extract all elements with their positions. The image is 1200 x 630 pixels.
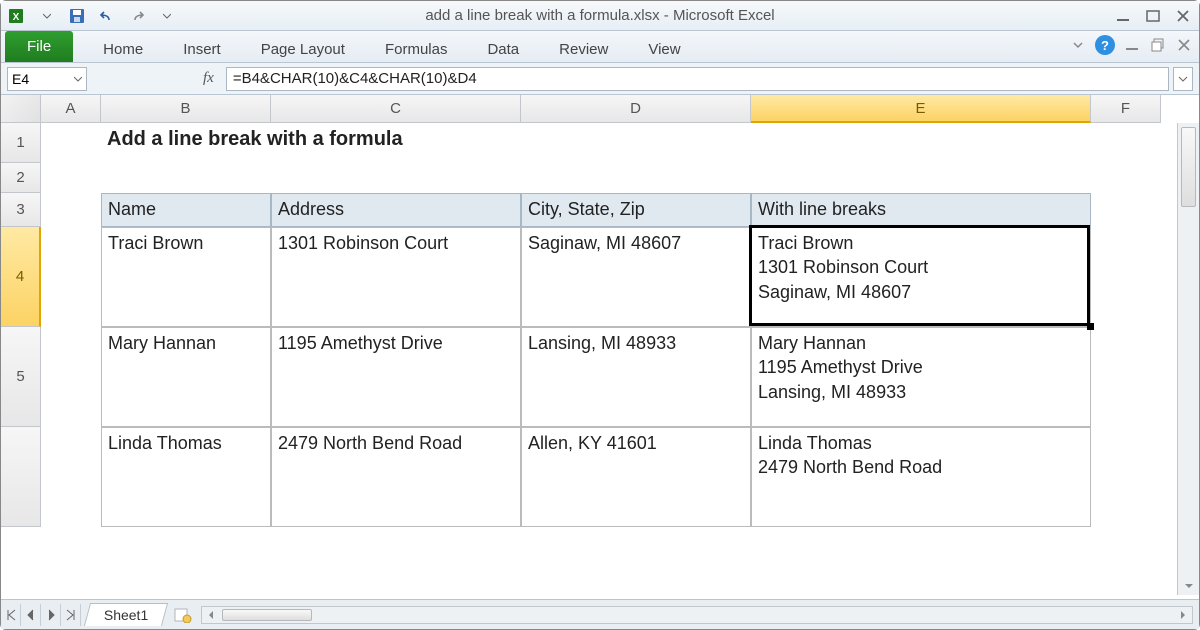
undo-icon[interactable]	[95, 5, 119, 27]
tab-insert[interactable]: Insert	[163, 37, 241, 62]
cell-header-D3[interactable]: City, State, Zip	[521, 193, 751, 227]
cell-header-C3[interactable]: Address	[271, 193, 521, 227]
column-header-C[interactable]: C	[271, 95, 521, 123]
horizontal-scrollbar[interactable]	[201, 606, 1193, 624]
selection-fill-handle[interactable]	[1087, 323, 1094, 330]
tab-formulas[interactable]: Formulas	[365, 37, 468, 62]
formula-bar-expand-icon[interactable]	[1173, 67, 1193, 91]
worksheet-grid[interactable]: ABCDEF 12345 Add a line break with a for…	[1, 95, 1199, 595]
cell-D4[interactable]: Saginaw, MI 48607	[521, 227, 751, 327]
cell-E5[interactable]: Mary Hannan 1195 Amethyst Drive Lansing,…	[751, 327, 1091, 427]
sheet-tab-label: Sheet1	[104, 607, 148, 623]
column-header-A[interactable]: A	[41, 95, 101, 123]
cell-D5[interactable]: Lansing, MI 48933	[521, 327, 751, 427]
sheet-tab-active[interactable]: Sheet1	[84, 603, 169, 626]
h-scroll-left-icon[interactable]	[202, 607, 220, 623]
new-sheet-icon[interactable]	[171, 605, 195, 625]
tab-data[interactable]: Data	[467, 37, 539, 62]
tab-review[interactable]: Review	[539, 37, 628, 62]
select-all-corner[interactable]	[1, 95, 41, 123]
minimize-icon[interactable]	[1113, 6, 1133, 26]
save-icon[interactable]	[65, 5, 89, 27]
row-header-3[interactable]: 3	[1, 193, 41, 227]
h-scroll-thumb[interactable]	[222, 609, 312, 621]
column-headers: ABCDEF	[41, 95, 1161, 123]
workbook-minimize-icon[interactable]	[1123, 36, 1141, 54]
cell-B4[interactable]: Traci Brown	[101, 227, 271, 327]
file-tab[interactable]: File	[5, 31, 73, 62]
sheet-nav-last-icon[interactable]	[61, 604, 81, 626]
sheet-bar: Sheet1	[1, 599, 1199, 629]
cell-E4[interactable]: Traci Brown 1301 Robinson Court Saginaw,…	[751, 227, 1091, 327]
cell-title[interactable]: Add a line break with a formula	[101, 123, 1091, 163]
v-scroll-thumb[interactable]	[1181, 127, 1196, 207]
cells-area[interactable]: Add a line break with a formula NameAddre…	[41, 123, 1175, 595]
excel-icon[interactable]: X	[5, 5, 29, 27]
redo-icon[interactable]	[125, 5, 149, 27]
row-headers: 12345	[1, 123, 41, 527]
sheet-nav-prev-icon[interactable]	[21, 604, 41, 626]
cell-D6[interactable]: Allen, KY 41601	[521, 427, 751, 527]
v-scroll-down-icon[interactable]	[1178, 577, 1199, 595]
cell-B5[interactable]: Mary Hannan	[101, 327, 271, 427]
tab-view[interactable]: View	[628, 37, 700, 62]
fx-label[interactable]: fx	[195, 70, 222, 87]
formula-input[interactable]: =B4&CHAR(10)&C4&CHAR(10)&D4	[226, 67, 1169, 91]
column-header-E[interactable]: E	[751, 95, 1091, 123]
column-header-D[interactable]: D	[521, 95, 751, 123]
ribbon-minimize-icon[interactable]	[1069, 36, 1087, 54]
row-header-5[interactable]: 5	[1, 327, 41, 427]
column-header-F[interactable]: F	[1091, 95, 1161, 123]
workbook-close-icon[interactable]	[1175, 36, 1193, 54]
h-scroll-right-icon[interactable]	[1174, 607, 1192, 623]
name-box-value: E4	[12, 71, 29, 87]
tab-page-layout[interactable]: Page Layout	[241, 37, 365, 62]
row-header-4[interactable]: 4	[1, 227, 41, 327]
qat-dropdown-icon[interactable]	[35, 5, 59, 27]
vertical-scrollbar[interactable]	[1177, 123, 1199, 595]
row-header-x[interactable]	[1, 427, 41, 527]
close-icon[interactable]	[1173, 6, 1193, 26]
formula-text: =B4&CHAR(10)&C4&CHAR(10)&D4	[233, 70, 477, 87]
sheet-nav-first-icon[interactable]	[1, 604, 21, 626]
cell-C4[interactable]: 1301 Robinson Court	[271, 227, 521, 327]
window-title: add a line break with a formula.xlsx - M…	[1, 7, 1199, 24]
cell-header-B3[interactable]: Name	[101, 193, 271, 227]
help-icon[interactable]: ?	[1095, 35, 1115, 55]
tab-home[interactable]: Home	[83, 37, 163, 62]
title-bar: X add a line break with a formula.xlsx -…	[1, 1, 1199, 31]
sheet-nav-next-icon[interactable]	[41, 604, 61, 626]
workbook-restore-icon[interactable]	[1149, 36, 1167, 54]
cell-C6[interactable]: 2479 North Bend Road	[271, 427, 521, 527]
maximize-icon[interactable]	[1143, 6, 1163, 26]
qat-customize-icon[interactable]	[155, 5, 179, 27]
cell-B6[interactable]: Linda Thomas	[101, 427, 271, 527]
row-header-2[interactable]: 2	[1, 163, 41, 193]
quick-access-toolbar: X	[5, 5, 179, 27]
cell-E6[interactable]: Linda Thomas 2479 North Bend Road	[751, 427, 1091, 527]
name-box[interactable]: E4	[7, 67, 87, 91]
formula-bar: E4 fx =B4&CHAR(10)&C4&CHAR(10)&D4	[1, 63, 1199, 95]
cell-C5[interactable]: 1195 Amethyst Drive	[271, 327, 521, 427]
row-header-1[interactable]: 1	[1, 123, 41, 163]
svg-text:X: X	[13, 12, 20, 23]
ribbon: File Home Insert Page Layout Formulas Da…	[1, 31, 1199, 63]
cell-header-E3[interactable]: With line breaks	[751, 193, 1091, 227]
column-header-B[interactable]: B	[101, 95, 271, 123]
